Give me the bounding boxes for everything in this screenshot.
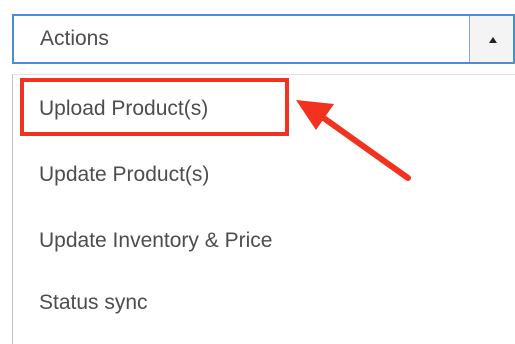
actions-select[interactable]: Actions: [12, 14, 515, 64]
menu-item-status-sync[interactable]: Status sync: [39, 289, 148, 317]
caret-up-icon: [489, 37, 497, 43]
select-toggle-button[interactable]: [469, 16, 513, 62]
menu-item-update-inventory-price[interactable]: Update Inventory & Price: [39, 227, 272, 255]
highlight-annotation-box: [20, 78, 289, 136]
actions-select-value: Actions: [40, 27, 109, 50]
menu-item-update-products[interactable]: Update Product(s): [39, 161, 209, 189]
